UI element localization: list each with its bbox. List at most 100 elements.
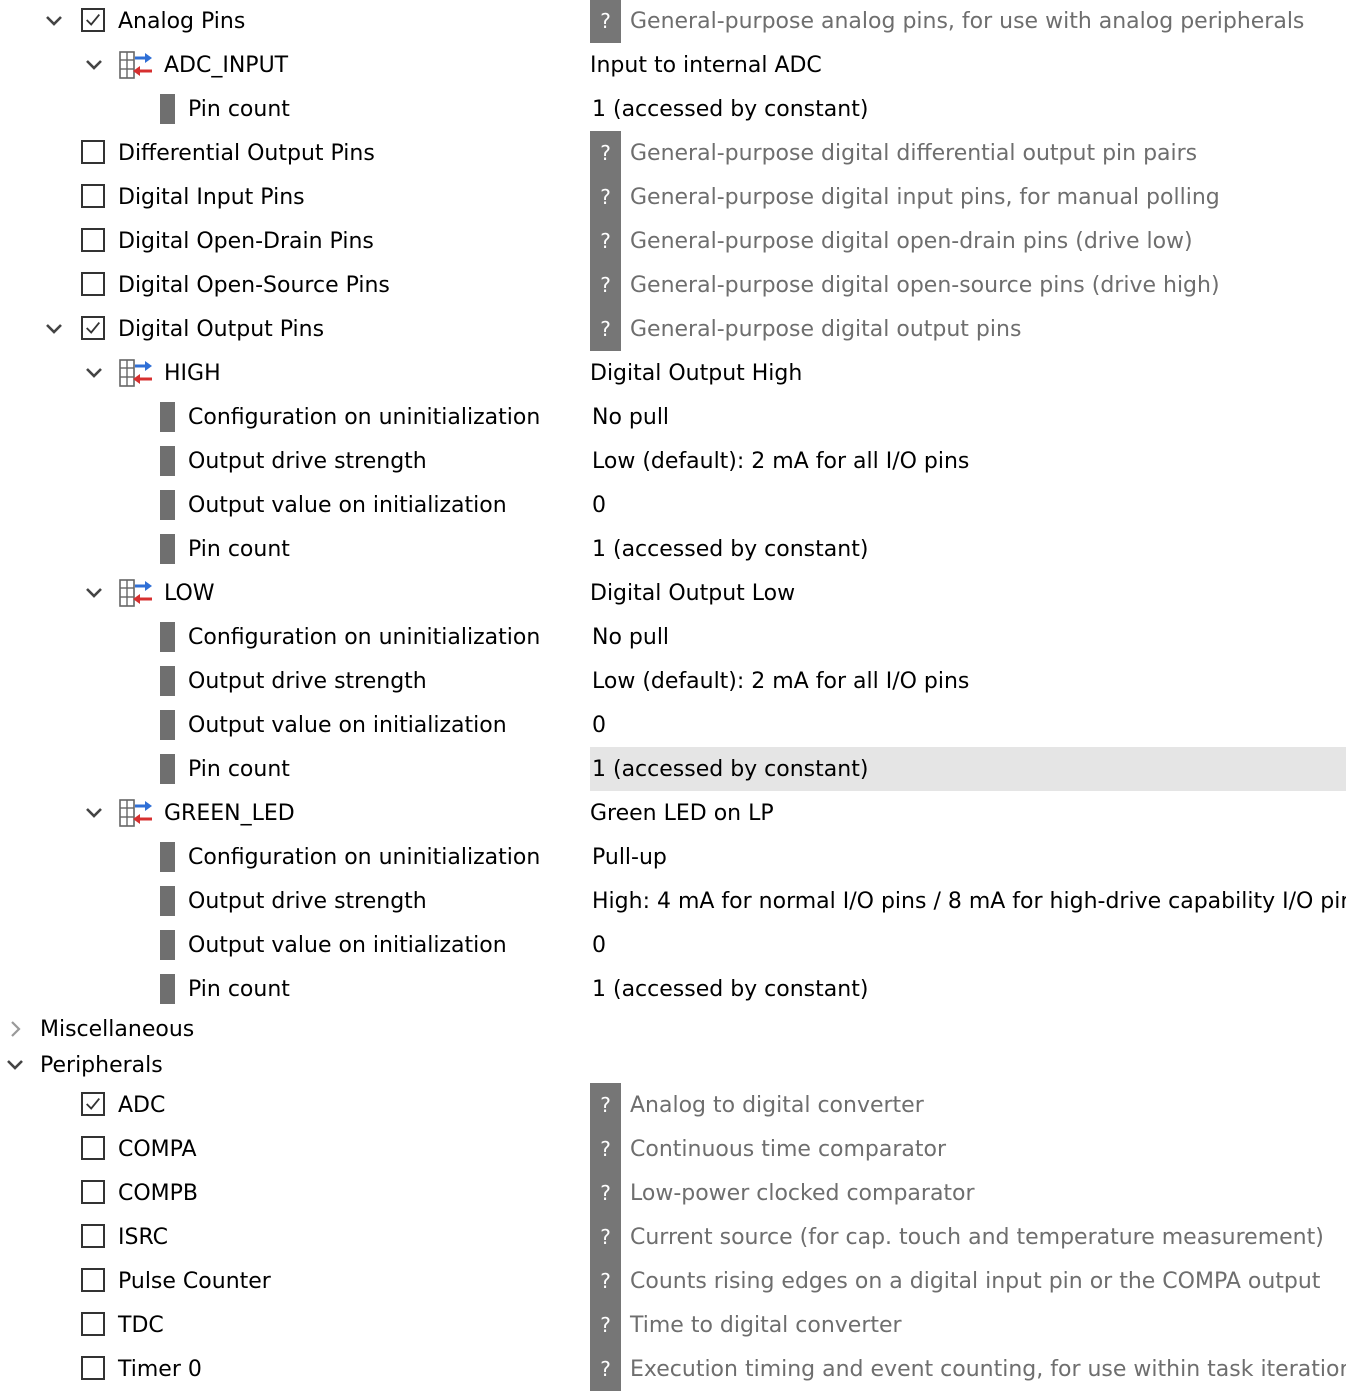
tree-row-property[interactable]: Output value on initialization 0 <box>0 923 1346 967</box>
value-cell[interactable]: 1 (accessed by constant) <box>590 87 1346 131</box>
tree-row-property[interactable]: Configuration on uninitialization No pull <box>0 615 1346 659</box>
help-icon[interactable]: ? <box>590 219 621 263</box>
property-label: Pin count <box>188 756 290 782</box>
value-cell[interactable]: Digital Output High <box>590 351 1346 395</box>
tree-row-differential-output-pins[interactable]: Differential Output Pins? General-purpose… <box>0 131 1346 175</box>
digital-open-drain-pins-checkbox[interactable] <box>81 228 105 252</box>
tree-row-property[interactable]: Pin count 1 (accessed by constant) <box>0 87 1346 131</box>
tree-row-peripheral[interactable]: Pulse Counter ? Counts rising edges on a d… <box>0 1259 1346 1303</box>
help-icon[interactable]: ? <box>590 1215 621 1259</box>
peripheral-checkbox[interactable] <box>81 1268 105 1292</box>
description-text: General-purpose digital differential out… <box>630 140 1198 166</box>
tree-row-peripheral[interactable]: Timer 0? Execution timing and event count… <box>0 1347 1346 1391</box>
help-icon[interactable]: ? <box>590 131 621 175</box>
value-text: No pull <box>592 404 670 430</box>
value-cell[interactable]: No pull <box>590 395 1346 439</box>
value-cell[interactable]: 0 <box>590 703 1346 747</box>
differential-output-pins-checkbox[interactable] <box>81 140 105 164</box>
chevron-down-icon[interactable] <box>81 571 107 615</box>
description-text: Current source (for cap. touch and tempe… <box>630 1224 1324 1250</box>
tree-row-digital-open-source-pins[interactable]: Digital Open-Source Pins? General-purpose… <box>0 263 1346 307</box>
help-icon[interactable]: ? <box>590 0 621 43</box>
tree-row-property[interactable]: Output drive strength Low (default): 2 mA… <box>0 439 1346 483</box>
value-cell[interactable]: Digital Output Low <box>590 571 1346 615</box>
property-bar-icon <box>160 446 175 476</box>
description-cell: ? General-purpose digital differential ou… <box>590 131 1346 175</box>
tree-row-property[interactable]: Pin count 1 (accessed by constant) <box>0 527 1346 571</box>
tree-row-peripheral[interactable]: ADC? Analog to digital converter <box>0 1083 1346 1127</box>
help-icon[interactable]: ? <box>590 307 621 351</box>
chevron-down-icon[interactable] <box>81 351 107 395</box>
tree-row-digital-output-pins[interactable]: Digital Output Pins? General-purpose digi… <box>0 307 1346 351</box>
tree-row-miscellaneous[interactable]: Miscellaneous <box>0 1011 1346 1047</box>
value-text: 1 (accessed by constant) <box>592 976 869 1002</box>
tree-row-adc-input[interactable]: ADC_INPUT Input to internal ADC <box>0 43 1346 87</box>
tree-row-pin-low[interactable]: LOW Digital Output Low <box>0 571 1346 615</box>
digital-open-source-pins-checkbox[interactable] <box>81 272 105 296</box>
help-icon[interactable]: ? <box>590 1083 621 1127</box>
tree-row-pin-green-led[interactable]: GREEN_LED Green LED on LP <box>0 791 1346 835</box>
value-cell[interactable]: High: 4 mA for normal I/O pins / 8 mA fo… <box>590 879 1346 923</box>
tree-row-pin-high[interactable]: HIGH Digital Output High <box>0 351 1346 395</box>
tree-row-property[interactable]: Output value on initialization 0 <box>0 703 1346 747</box>
value-cell[interactable]: Low (default): 2 mA for all I/O pins <box>590 439 1346 483</box>
chevron-down-icon[interactable] <box>81 791 107 835</box>
help-icon[interactable]: ? <box>590 263 621 307</box>
tree-row-peripheral[interactable]: COMPA? Continuous time comparator <box>0 1127 1346 1171</box>
description-cell: ? Counts rising edges on a digital input … <box>590 1259 1346 1303</box>
tree-row-peripheral[interactable]: ISRC? Current source (for cap. touch and … <box>0 1215 1346 1259</box>
tree-row-peripheral[interactable]: COMPB? Low-power clocked comparator <box>0 1171 1346 1215</box>
peripheral-checkbox[interactable] <box>81 1136 105 1160</box>
tree-row-digital-open-drain-pins[interactable]: Digital Open-Drain Pins? General-purpose … <box>0 219 1346 263</box>
help-icon[interactable]: ? <box>590 1127 621 1171</box>
help-icon[interactable]: ? <box>590 1171 621 1215</box>
value-cell[interactable]: Input to internal ADC <box>590 43 1346 87</box>
value-cell[interactable]: Low (default): 2 mA for all I/O pins <box>590 659 1346 703</box>
value-text: 1 (accessed by constant) <box>592 756 869 782</box>
description-cell: ? Low-power clocked comparator <box>590 1171 1346 1215</box>
section-label-miscellaneous: Miscellaneous <box>40 1016 195 1042</box>
property-bar-icon <box>160 842 175 872</box>
peripheral-checkbox[interactable] <box>81 1092 105 1116</box>
value-cell[interactable]: Green LED on LP <box>590 791 1346 835</box>
value-cell[interactable]: Pull-up <box>590 835 1346 879</box>
peripheral-label: Timer 0 <box>118 1356 202 1382</box>
tree-row-property[interactable]: Pin count 1 (accessed by constant) <box>0 747 1346 791</box>
help-icon[interactable]: ? <box>590 1347 621 1391</box>
tree-row-property[interactable]: Pin count 1 (accessed by constant) <box>0 967 1346 1011</box>
tree-row-property[interactable]: Output drive strength High: 4 mA for norm… <box>0 879 1346 923</box>
peripheral-checkbox[interactable] <box>81 1180 105 1204</box>
peripheral-checkbox[interactable] <box>81 1312 105 1336</box>
digital-output-pins-label: Digital Output Pins <box>118 316 325 342</box>
value-cell[interactable]: 0 <box>590 923 1346 967</box>
peripheral-checkbox[interactable] <box>81 1356 105 1380</box>
value-cell[interactable]: 1 (accessed by constant) <box>590 967 1346 1011</box>
digital-output-pins-checkbox[interactable] <box>81 316 105 340</box>
tree-row-peripheral[interactable]: TDC? Time to digital converter <box>0 1303 1346 1347</box>
value-text: 0 <box>592 492 606 518</box>
chevron-down-icon[interactable] <box>81 43 107 87</box>
tree-row-analog-pins[interactable]: Analog Pins? General-purpose analog pins,… <box>0 0 1346 43</box>
value-cell[interactable]: 0 <box>590 483 1346 527</box>
peripheral-checkbox[interactable] <box>81 1224 105 1248</box>
tree-row-property[interactable]: Configuration on uninitialization Pull-up <box>0 835 1346 879</box>
digital-input-pins-checkbox[interactable] <box>81 184 105 208</box>
tree-row-property[interactable]: Output drive strength Low (default): 2 mA… <box>0 659 1346 703</box>
value-cell[interactable]: 1 (accessed by constant) <box>590 527 1346 571</box>
value-cell[interactable]: No pull <box>590 615 1346 659</box>
help-icon[interactable]: ? <box>590 175 621 219</box>
help-icon[interactable]: ? <box>590 1259 621 1303</box>
chevron-down-icon[interactable] <box>41 0 67 43</box>
peripheral-label: Pulse Counter <box>118 1268 271 1294</box>
tree-row-property[interactable]: Configuration on uninitialization No pull <box>0 395 1346 439</box>
tree-row-digital-input-pins[interactable]: Digital Input Pins? General-purpose digit… <box>0 175 1346 219</box>
help-icon[interactable]: ? <box>590 1303 621 1347</box>
value-cell[interactable]: 1 (accessed by constant) <box>590 747 1346 791</box>
tree-row-property[interactable]: Output value on initialization 0 <box>0 483 1346 527</box>
chevron-down-icon[interactable] <box>41 307 67 351</box>
analog-pins-checkbox[interactable] <box>81 8 105 32</box>
description-cell: ? General-purpose digital open-drain pins… <box>590 219 1346 263</box>
tree-row-peripherals[interactable]: Peripherals <box>0 1047 1346 1083</box>
chevron-right-icon[interactable] <box>2 1011 28 1047</box>
chevron-down-icon[interactable] <box>2 1047 28 1083</box>
